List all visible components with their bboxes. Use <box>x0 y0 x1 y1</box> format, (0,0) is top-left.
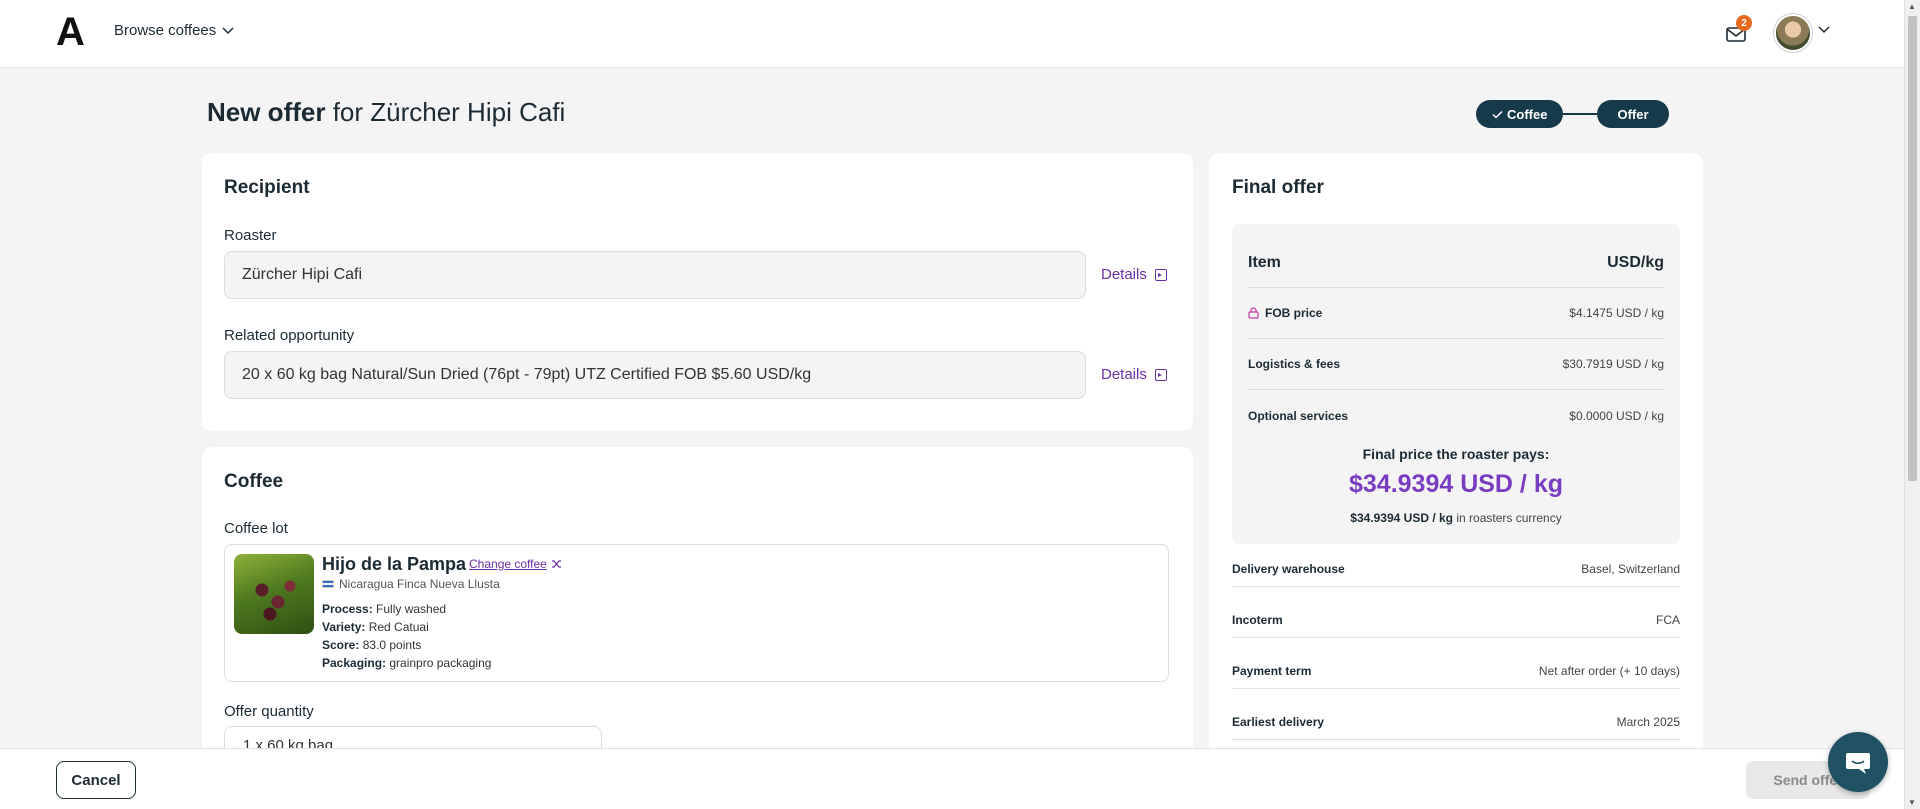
coffee-lot-label: Coffee lot <box>224 520 288 537</box>
roaster-details-link[interactable]: Details <box>1101 266 1167 283</box>
chevron-down-icon <box>222 26 234 34</box>
incoterm-row: Incoterm FCA <box>1232 613 1680 638</box>
logo[interactable]: A <box>56 12 85 52</box>
coffee-title: Coffee <box>224 471 284 492</box>
chat-button[interactable] <box>1828 732 1888 792</box>
step-connector <box>1563 113 1598 115</box>
notification-badge: 2 <box>1736 15 1752 31</box>
coffee-lot-card: Hijo de la Pampa Change coffee Nicaragua… <box>224 544 1169 682</box>
top-nav: A Browse coffees 2 <box>0 0 1904 68</box>
spec-variety: Variety: Red Catuai <box>322 620 429 634</box>
step-offer: Offer <box>1597 100 1669 128</box>
coffee-origin: Nicaragua Finca Nueva Llusta <box>322 577 500 591</box>
step-coffee[interactable]: Coffee <box>1476 100 1564 128</box>
recipient-title: Recipient <box>224 177 310 198</box>
page-scrollbar[interactable]: ▲ ▼ <box>1904 0 1920 809</box>
check-icon <box>1492 110 1503 119</box>
roaster-label: Roaster <box>224 227 277 244</box>
price-row-logistics: Logistics & fees $30.7919 USD / kg <box>1248 339 1664 390</box>
price-row-optional: Optional services $0.0000 USD / kg <box>1248 408 1664 423</box>
price-row-fob: FOB price $4.1475 USD / kg <box>1248 288 1664 339</box>
change-coffee-link[interactable]: Change coffee <box>469 557 562 571</box>
scroll-up-arrow-icon[interactable]: ▲ <box>1908 2 1916 11</box>
spec-score: Score: 83.0 points <box>322 638 422 652</box>
avatar[interactable] <box>1774 14 1812 52</box>
price-table-header: Item USD/kg <box>1248 238 1664 288</box>
progress-stepper: Coffee Offer <box>1476 100 1669 128</box>
offer-quantity-label: Offer quantity <box>224 703 314 720</box>
price-breakdown: Item USD/kg FOB price $4.1475 USD / kg L… <box>1232 224 1680 544</box>
final-price-currency: $34.9394 USD / kg in roasters currency <box>1350 511 1562 525</box>
final-offer-title: Final offer <box>1232 177 1324 198</box>
coffee-lot-image <box>234 554 314 634</box>
spec-packaging: Packaging: grainpro packaging <box>322 656 492 670</box>
scroll-thumb[interactable] <box>1908 16 1917 481</box>
opportunity-details-link[interactable]: Details <box>1101 366 1167 383</box>
spec-process: Process: Fully washed <box>322 602 447 616</box>
opportunity-label: Related opportunity <box>224 327 355 344</box>
chat-icon <box>1846 753 1870 774</box>
final-price: $34.9394 USD / kg <box>1348 470 1563 498</box>
opportunity-field[interactable]: 20 x 60 kg bag Natural/Sun Dried (76pt -… <box>224 351 1086 399</box>
external-link-icon <box>1154 368 1167 381</box>
external-link-icon <box>1154 268 1167 281</box>
recipient-card: Recipient Roaster Zürcher Hipi Cafi Deta… <box>202 153 1193 431</box>
final-price-caption: Final price the roaster pays: <box>1362 446 1550 462</box>
earliest-delivery-row: Earliest delivery March 2025 <box>1232 715 1680 740</box>
action-footer: Cancel Send offer <box>0 748 1904 809</box>
browse-coffees-menu[interactable]: Browse coffees <box>114 22 234 39</box>
lock-icon <box>1248 307 1259 319</box>
chevron-down-icon[interactable] <box>1818 26 1830 34</box>
coffee-lot-name: Hijo de la Pampa <box>322 554 467 574</box>
roaster-field[interactable]: Zürcher Hipi Cafi <box>224 251 1086 299</box>
shuffle-icon <box>551 560 561 568</box>
scroll-down-arrow-icon[interactable]: ▼ <box>1908 798 1916 807</box>
nicaragua-flag-icon <box>322 580 334 588</box>
cancel-button[interactable]: Cancel <box>56 761 136 799</box>
browse-coffees-label: Browse coffees <box>114 22 217 39</box>
payment-term-row: Payment term Net after order (+ 10 days) <box>1232 664 1680 689</box>
page-title: New offer for Zürcher Hipi Cafi <box>207 97 566 127</box>
delivery-warehouse-row: Delivery warehouse Basel, Switzerland <box>1232 562 1680 587</box>
